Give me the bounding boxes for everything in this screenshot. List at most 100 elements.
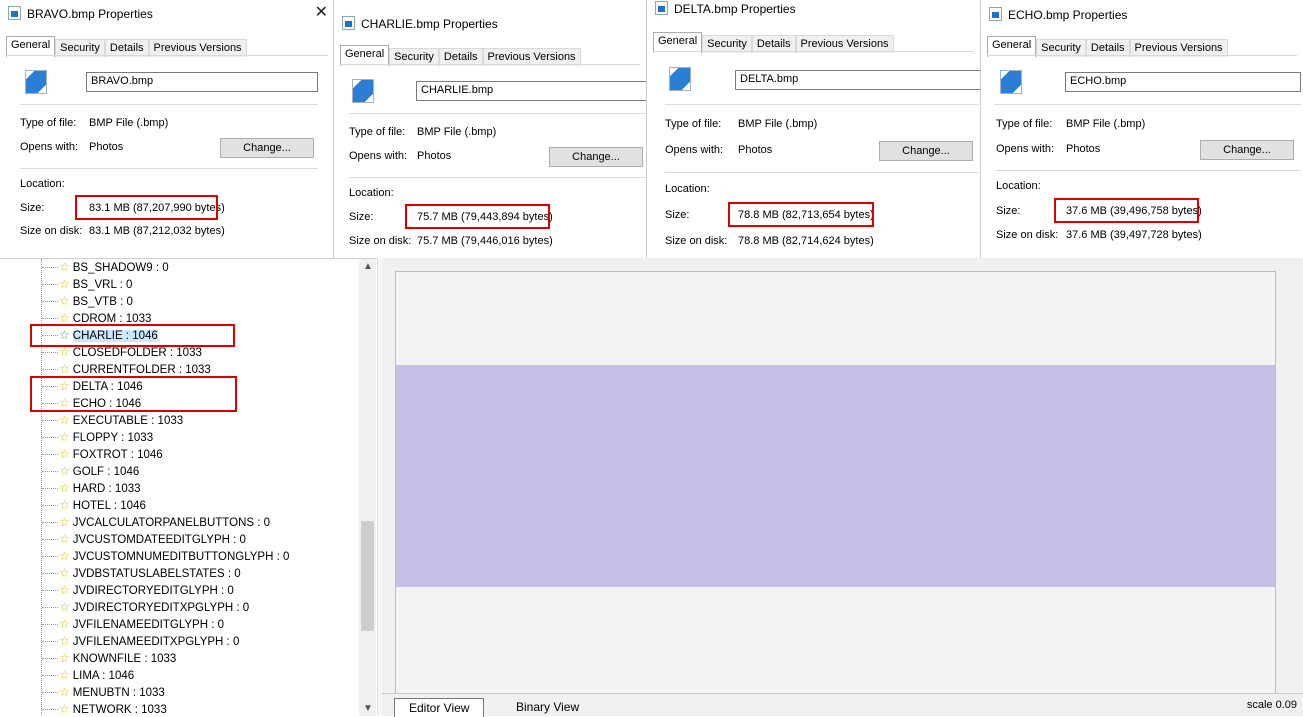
tree-node[interactable]: ☆ HOTEL : 1046 <box>42 497 146 514</box>
star-icon: ☆ <box>59 498 70 512</box>
view-tabs-bar: Editor View Binary View scale 0.09 <box>382 693 1303 717</box>
tree-node-label: EXECUTABLE : 1033 <box>72 415 184 427</box>
location-label: Location: <box>996 180 1041 192</box>
change-button[interactable]: Change... <box>1200 140 1294 160</box>
scale-readout: scale 0.09 <box>1246 699 1297 711</box>
tree-node[interactable]: ☆ FOXTROT : 1046 <box>42 446 163 463</box>
tab-general[interactable]: General <box>340 45 390 66</box>
tree-node[interactable]: ☆ JVCUSTOMDATEEDITGLYPH : 0 <box>42 531 246 548</box>
tree-node-label: JVDIRECTORYEDITGLYPH : 0 <box>72 585 234 597</box>
editor-scrollbar[interactable] <box>1285 258 1303 658</box>
star-icon: ☆ <box>59 311 70 325</box>
tree-node[interactable]: ☆ JVCUSTOMNUMEDITBUTTONGLYPH : 0 <box>42 548 289 565</box>
size-on-disk-label: Size on disk: <box>20 225 83 237</box>
change-button[interactable]: Change... <box>549 147 643 167</box>
tree-node[interactable]: ☆ KNOWNFILE : 1033 <box>42 650 176 667</box>
tab-editor-view[interactable]: Editor View <box>394 698 485 717</box>
type-label: Type of file: <box>996 118 1053 130</box>
tree-scrollbar[interactable]: ▲ ▼ <box>359 259 376 716</box>
size-label: Size: <box>996 205 1021 217</box>
opens-value: Photos <box>1066 143 1101 155</box>
star-icon: ☆ <box>59 566 70 580</box>
change-button[interactable]: Change... <box>220 138 314 158</box>
tree-node[interactable]: ☆ JVFILENAMEEDITGLYPH : 0 <box>42 616 224 633</box>
star-icon: ☆ <box>59 430 70 444</box>
tree-node[interactable]: ☆ EXECUTABLE : 1033 <box>42 412 183 429</box>
tree-node[interactable]: ☆ JVDIRECTORYEDITXPGLYPH : 0 <box>42 599 249 616</box>
bmp-file-icon <box>989 7 1002 21</box>
tab-general[interactable]: General <box>6 36 56 57</box>
tree-node[interactable]: ☆ MENUBTN : 1033 <box>42 684 165 701</box>
tree-node-label: JVFILENAMEEDITXPGLYPH : 0 <box>72 636 240 648</box>
close-icon[interactable]: ✕ <box>315 2 328 22</box>
star-icon: ☆ <box>59 481 70 495</box>
tree-node-label: HARD : 1033 <box>72 483 141 495</box>
bmp-file-icon <box>655 1 668 15</box>
opens-value: Photos <box>738 144 773 156</box>
tree-node[interactable]: ☆ HARD : 1033 <box>42 480 141 497</box>
tree-node[interactable]: ☆ JVCALCULATORPANELBUTTONS : 0 <box>42 514 270 531</box>
star-icon: ☆ <box>59 634 70 648</box>
tree-node[interactable]: ☆ BS_VTB : 0 <box>42 293 133 310</box>
dialog-title: ECHO.bmp Properties <box>989 7 1127 22</box>
image-file-icon <box>25 70 47 94</box>
size-on-disk-label: Size on disk: <box>349 235 412 247</box>
tree-node[interactable]: ☆ LIMA : 1046 <box>42 667 134 684</box>
size-highlight-box <box>75 195 218 220</box>
resource-tree[interactable]: ☆ BS_SHADOW9 : 0 ☆ BS_VRL : 0 ☆ BS_VTB : 0 ☆ CD… <box>0 258 377 716</box>
location-label: Location: <box>20 178 65 190</box>
tab-general[interactable]: General <box>653 32 703 53</box>
tree-node-label: BS_VRL : 0 <box>72 279 133 291</box>
tree-node[interactable]: ☆ BS_SHADOW9 : 0 <box>42 259 169 276</box>
tree-node[interactable]: ☆ JVDBSTATUSLABELSTATES : 0 <box>42 565 241 582</box>
properties-dialog-delta: DELTA.bmp Properties General Security De… <box>647 0 980 258</box>
star-icon: ☆ <box>59 668 70 682</box>
tree-node[interactable]: ☆ NETWORK : 1033 <box>42 701 167 716</box>
tree-node-label: BS_VTB : 0 <box>72 296 133 308</box>
scroll-thumb[interactable] <box>1288 264 1300 634</box>
filename-field[interactable]: BRAVO.bmp <box>86 72 318 92</box>
tree-node-label: FLOPPY : 1033 <box>72 432 154 444</box>
opens-value: Photos <box>89 141 124 153</box>
size-on-disk-label: Size on disk: <box>665 235 728 247</box>
size-on-disk-label: Size on disk: <box>996 229 1059 241</box>
charlie-highlight-box <box>30 324 235 347</box>
opens-label: Opens with: <box>349 150 408 162</box>
location-label: Location: <box>665 183 710 195</box>
properties-dialog-echo: ECHO.bmp Properties General Security Det… <box>981 0 1303 258</box>
tree-node[interactable]: ☆ FLOPPY : 1033 <box>42 429 153 446</box>
size-on-disk-value: 75.7 MB (79,446,016 bytes) <box>417 235 553 247</box>
filename-field[interactable]: DELTA.bmp <box>735 70 980 90</box>
filename-field[interactable]: ECHO.bmp <box>1065 72 1301 92</box>
star-icon: ☆ <box>59 600 70 614</box>
change-button[interactable]: Change... <box>879 141 973 161</box>
image-file-icon <box>352 79 374 103</box>
bitmap-preview <box>395 271 1276 695</box>
tree-node[interactable]: ☆ BS_VRL : 0 <box>42 276 132 293</box>
filename-field[interactable]: CHARLIE.bmp <box>416 81 646 101</box>
type-label: Type of file: <box>20 117 77 129</box>
star-icon: ☆ <box>59 447 70 461</box>
scroll-down-icon[interactable]: ▼ <box>363 703 373 714</box>
tree-node[interactable]: ☆ JVDIRECTORYEDITGLYPH : 0 <box>42 582 234 599</box>
star-icon: ☆ <box>59 583 70 597</box>
bmp-file-icon <box>342 16 355 30</box>
star-icon: ☆ <box>59 362 70 376</box>
bitmap-band <box>396 365 1275 587</box>
tab-binary-view[interactable]: Binary View <box>502 698 593 716</box>
tree-node-label: CURRENTFOLDER : 1033 <box>72 364 211 376</box>
star-icon: ☆ <box>59 413 70 427</box>
type-value: BMP File (.bmp) <box>417 126 497 138</box>
star-icon: ☆ <box>59 685 70 699</box>
opens-value: Photos <box>417 150 452 162</box>
scroll-up-icon[interactable]: ▲ <box>363 261 373 272</box>
tab-general[interactable]: General <box>987 36 1037 57</box>
image-file-icon <box>1000 70 1022 94</box>
tree-node[interactable]: ☆ JVFILENAMEEDITXPGLYPH : 0 <box>42 633 239 650</box>
tree-node[interactable]: ☆ GOLF : 1046 <box>42 463 139 480</box>
scroll-thumb[interactable] <box>361 521 374 631</box>
size-label: Size: <box>665 209 690 221</box>
image-editor-panel <box>382 258 1303 715</box>
star-icon: ☆ <box>59 532 70 546</box>
properties-dialog-charlie: CHARLIE.bmp Properties General Security … <box>334 0 646 258</box>
